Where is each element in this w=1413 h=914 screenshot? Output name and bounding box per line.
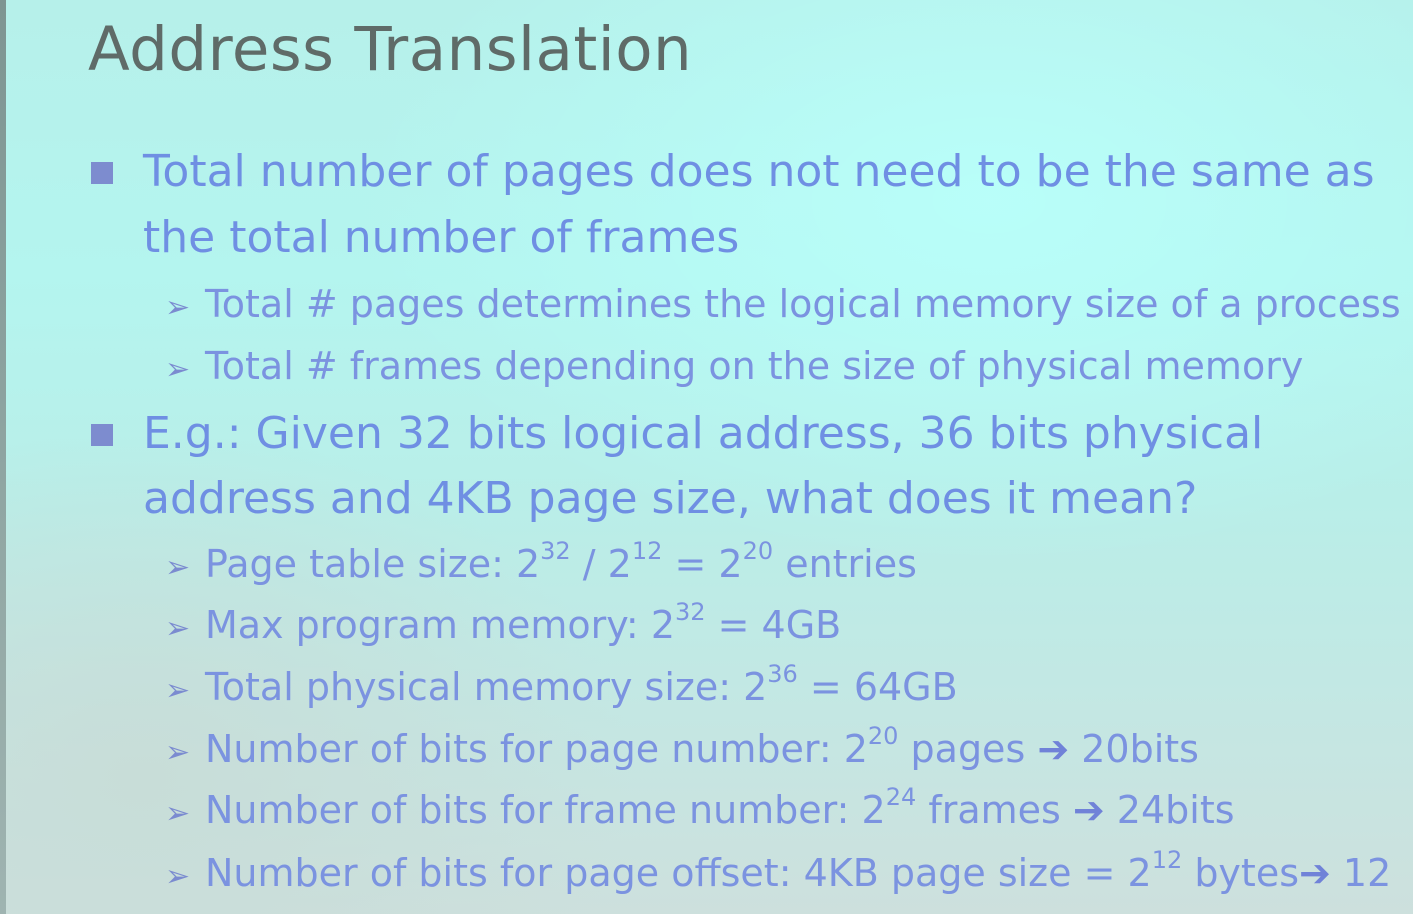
- sub-item-page-offset-bits: ➢ Number of bits for page offset: 4KB pag…: [165, 848, 1391, 900]
- right-arrow-icon: ➔: [1037, 727, 1070, 771]
- slide: Address Translation Total number of page…: [0, 0, 1413, 914]
- arrow-bullet-icon: ➢: [165, 735, 191, 770]
- arrow-bullet-icon: ➢: [165, 550, 191, 585]
- slide-title: Address Translation: [88, 14, 693, 85]
- sub-item-text: Total # pages determines the logical mem…: [205, 282, 1401, 326]
- sub-item-pages-logical-memory: ➢ Total # pages determines the logical me…: [165, 281, 1401, 331]
- sub-item-page-table-size: ➢ Page table size: 232 / 212 = 220 entrie…: [165, 539, 917, 591]
- bullet-1-line-2: the total number of frames: [143, 212, 740, 263]
- arrow-bullet-icon: ➢: [165, 611, 191, 646]
- arrow-bullet-icon: ➢: [165, 796, 191, 831]
- arrow-bullet-icon: ➢: [165, 859, 191, 894]
- sub-item-page-number-bits: ➢ Number of bits for page number: 220 pag…: [165, 724, 1199, 776]
- arrow-bullet-icon: ➢: [165, 290, 191, 325]
- slide-left-edge: [0, 0, 6, 914]
- bullet-2-line-2: address and 4KB page size, what does it …: [143, 473, 1198, 524]
- sub-item-max-program-memory: ➢ Max program memory: 232 = 4GB: [165, 600, 841, 652]
- right-arrow-icon: ➔: [1299, 851, 1331, 895]
- arrow-bullet-icon: ➢: [165, 352, 191, 387]
- bullet-1-line-1: Total number of pages does not need to b…: [143, 146, 1375, 197]
- arrow-bullet-icon: ➢: [165, 673, 191, 708]
- sub-item-frames-physical-memory: ➢ Total # frames depending on the size of…: [165, 343, 1303, 393]
- bullet-square-2: [91, 424, 113, 446]
- bullet-2-line-1: E.g.: Given 32 bits logical address, 36 …: [143, 408, 1264, 459]
- sub-item-text: Total # frames depending on the size of …: [205, 344, 1304, 388]
- bullet-square-1: [91, 162, 113, 184]
- sub-item-frame-number-bits: ➢ Number of bits for frame number: 224 fr…: [165, 785, 1235, 837]
- right-arrow-icon: ➔: [1072, 788, 1105, 832]
- sub-item-total-physical-memory: ➢ Total physical memory size: 236 = 64GB: [165, 662, 958, 714]
